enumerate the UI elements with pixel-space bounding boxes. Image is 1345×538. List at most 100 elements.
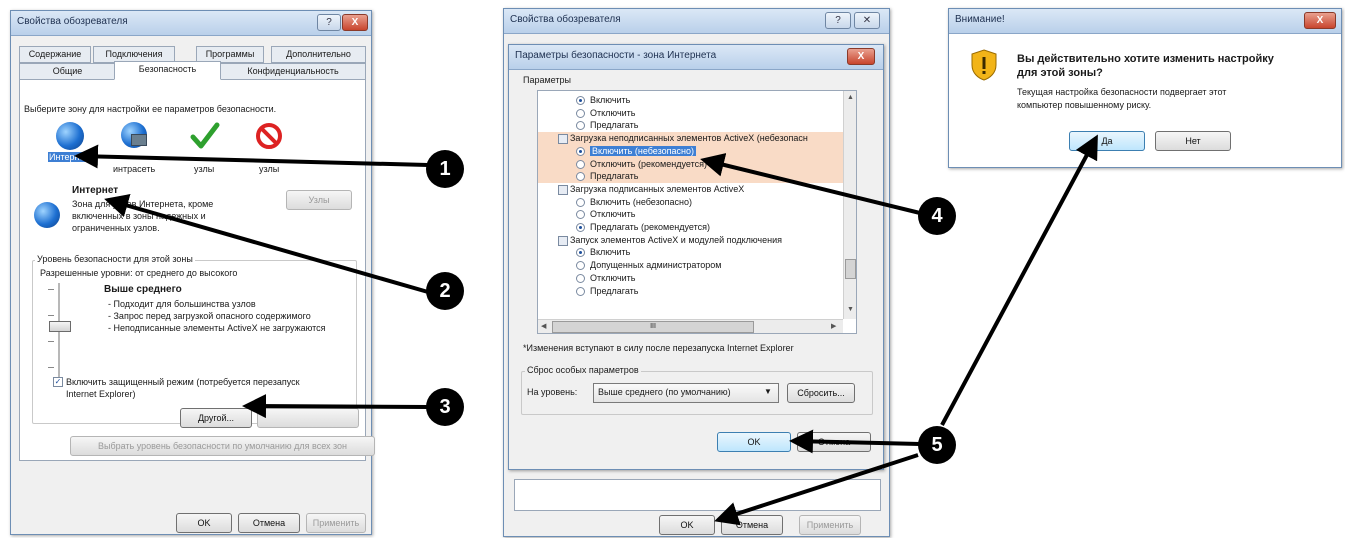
level-item-3: - Неподписанные элементы ActiveX не загр… (108, 323, 326, 333)
zone-internet-label: Интерне (48, 152, 86, 162)
apply-button[interactable]: Применить (306, 513, 366, 533)
security-level-group (32, 260, 357, 424)
zone-title: Интернет (72, 185, 119, 196)
setting-option-label[interactable]: Отключить (590, 209, 636, 219)
scroll-right-icon[interactable]: ▶ (831, 322, 836, 330)
scroll-thumb[interactable] (845, 259, 856, 279)
scroll-down-icon[interactable]: ▼ (847, 306, 854, 313)
setting-option-label[interactable]: Предлагать (590, 120, 639, 130)
zone-trusted[interactable]: узлы (180, 122, 230, 178)
check-icon (190, 122, 220, 149)
tab-general[interactable]: Общие (19, 63, 116, 80)
yes-button[interactable]: Да (1069, 131, 1145, 151)
ok-button[interactable]: OK (176, 513, 232, 533)
setting-group-label: Загрузка подписанных элементов ActiveX (570, 183, 745, 194)
help-button[interactable]: ? (317, 14, 341, 31)
cancel-button[interactable]: Отмена (238, 513, 300, 533)
zone-desc-line2: включенных в зоны надежных и (72, 211, 206, 221)
horizontal-scrollbar[interactable]: ◀ III ▶ (538, 319, 843, 333)
security-settings-dialog: Параметры безопасности - зона Интернета … (508, 44, 884, 470)
zone-intranet[interactable]: интрасеть (105, 122, 165, 178)
warning-detail-line1: Текущая настройка безопасности подвергае… (1017, 87, 1227, 97)
protected-mode-checkbox[interactable]: ✓ (53, 377, 63, 387)
callout-5: 5 (918, 426, 956, 464)
setting-option-label[interactable]: Отключить (рекомендуется) (590, 159, 707, 169)
setting-option-label[interactable]: Отключить (590, 273, 636, 283)
back-cancel-button[interactable]: Отмена (721, 515, 783, 535)
back-title-bar[interactable]: Свойства обозревателя ? ✕ (504, 9, 889, 34)
setting-radio[interactable] (576, 197, 585, 207)
close-button[interactable]: X (342, 14, 368, 31)
zone-restricted[interactable]: узлы (245, 122, 295, 178)
back-close-button[interactable]: ✕ (854, 12, 880, 29)
setting-radio[interactable] (576, 248, 585, 258)
callout-1: 1 (426, 150, 464, 188)
setting-option-label[interactable]: Предлагать (590, 171, 639, 181)
tab-security[interactable]: Безопасность (114, 61, 221, 80)
setting-radio[interactable] (576, 273, 585, 283)
reset-level-value: Выше среднего (по умолчанию) (598, 387, 731, 397)
tab-advanced[interactable]: Дополнительно (271, 46, 366, 63)
setting-radio[interactable] (576, 210, 585, 220)
params-label: Параметры (523, 75, 571, 85)
dialog-ok-button[interactable]: OK (717, 432, 791, 452)
warning-title-bar[interactable]: Внимание! X (949, 9, 1341, 34)
setting-option-label[interactable]: Отключить (590, 108, 636, 118)
hscroll-thumb[interactable]: III (552, 321, 754, 333)
setting-radio[interactable] (576, 286, 585, 296)
setting-option-label[interactable]: Включить (небезопасно) (590, 145, 696, 156)
level-item-1: - Подходит для большинства узлов (108, 299, 256, 309)
setting-radio[interactable] (576, 146, 585, 156)
reset-level-select[interactable]: Выше среднего (по умолчанию) ▼ (593, 383, 779, 403)
scroll-left-icon[interactable]: ◀ (541, 322, 546, 330)
back-ok-button[interactable]: OK (659, 515, 715, 535)
setting-radio[interactable] (576, 223, 585, 232)
settings-list[interactable]: Включить Отключить Предлагать Загрузка непо… (537, 90, 857, 334)
zone-internet[interactable]: Интерне (46, 122, 92, 176)
setting-radio[interactable] (576, 261, 585, 271)
no-button[interactable]: Нет (1155, 131, 1231, 151)
callout-4: 4 (918, 197, 956, 235)
zone-prompt: Выберите зону для настройки ее параметро… (24, 104, 277, 114)
tab-privacy[interactable]: Конфиденциальность (220, 63, 366, 80)
setting-radio[interactable] (576, 159, 585, 169)
reset-button[interactable]: Сбросить... (787, 383, 855, 403)
vertical-scrollbar[interactable]: ▲ ▼ (843, 91, 856, 319)
warning-question-line1: Вы действительно хотите изменить настрой… (1017, 53, 1274, 65)
back-window-title: Свойства обозревателя (510, 14, 621, 25)
setting-option-label[interactable]: Предлагать (рекомендуется) (590, 222, 710, 232)
reset-to-label: На уровень: (527, 387, 578, 397)
setting-radio[interactable] (576, 96, 585, 105)
warning-close-button[interactable]: X (1304, 12, 1336, 29)
dialog-title: Параметры безопасности - зона Интернета (515, 50, 717, 61)
default-level-button (257, 408, 359, 428)
setting-radio[interactable] (576, 121, 585, 131)
custom-level-button[interactable]: Другой... (180, 408, 252, 428)
setting-group-icon (558, 235, 568, 246)
globe-icon (56, 122, 84, 150)
scroll-up-icon[interactable]: ▲ (847, 94, 854, 101)
sites-button[interactable]: Узлы (286, 190, 352, 210)
dialog-close-button[interactable]: X (847, 48, 875, 65)
shield-warning-icon (971, 49, 997, 81)
dialog-cancel-button[interactable]: Отмена (797, 432, 871, 452)
setting-option-label[interactable]: Включить (590, 95, 630, 105)
chevron-down-icon: ▼ (764, 387, 772, 396)
zone-desc-line1: Зона для узлов Интернета, кроме (72, 199, 214, 209)
tab-content[interactable]: Содержание (19, 46, 91, 63)
protected-mode-line1: Включить защищенный режим (потребуется п… (66, 377, 300, 387)
setting-option-label[interactable]: Допущенных администратором (590, 260, 721, 270)
setting-radio[interactable] (576, 108, 585, 118)
setting-option-label[interactable]: Предлагать (590, 286, 639, 296)
back-apply-button[interactable]: Применить (799, 515, 861, 535)
setting-group-icon (558, 134, 568, 145)
reset-all-zones-button[interactable]: Выбрать уровень безопасности по умолчани… (70, 436, 375, 456)
back-help-button[interactable]: ? (825, 12, 851, 29)
setting-option-label[interactable]: Включить (небезопасно) (590, 197, 692, 207)
security-slider[interactable] (44, 283, 74, 383)
title-bar[interactable]: Свойства обозревателя ? X (11, 11, 371, 36)
setting-option-label[interactable]: Включить (590, 247, 630, 257)
dialog-title-bar[interactable]: Параметры безопасности - зона Интернета … (509, 45, 883, 70)
zone-globe-icon (34, 202, 60, 228)
slider-thumb[interactable] (49, 321, 71, 332)
